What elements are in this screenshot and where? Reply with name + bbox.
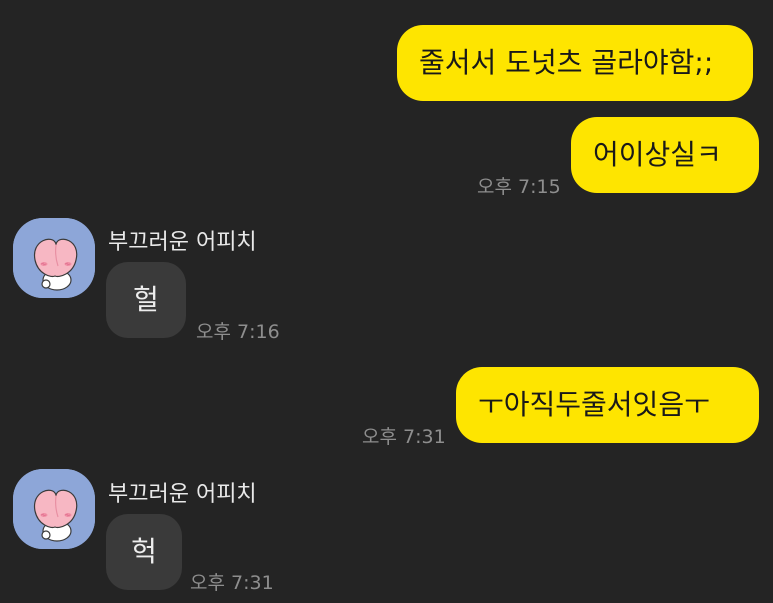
message-timestamp: 오후 7:31 xyxy=(190,572,274,594)
apeach-peach-icon xyxy=(13,469,95,549)
sender-name: 부끄러운 어피치 xyxy=(108,482,257,507)
profile-avatar[interactable] xyxy=(13,469,95,549)
chat-area[interactable]: 줄서서 도넛츠 골라야함;; 어이상실ㅋ 오후 7:15 부끄러운 어피치 헐 … xyxy=(0,0,773,603)
other-message-bubble[interactable]: 헐 xyxy=(106,262,186,338)
sender-name: 부끄러운 어피치 xyxy=(108,230,257,255)
my-message-bubble[interactable]: 어이상실ㅋ xyxy=(571,117,759,193)
message-timestamp: 오후 7:15 xyxy=(477,176,561,198)
apeach-peach-icon xyxy=(13,218,95,298)
message-timestamp: 오후 7:31 xyxy=(362,426,446,448)
my-message-bubble[interactable]: 줄서서 도넛츠 골라야함;; xyxy=(397,25,753,101)
profile-avatar[interactable] xyxy=(13,218,95,298)
message-timestamp: 오후 7:16 xyxy=(196,321,280,343)
other-message-bubble[interactable]: 헉 xyxy=(106,514,182,590)
my-message-bubble[interactable]: ㅜ아직두줄서잇음ㅜ xyxy=(456,367,759,443)
